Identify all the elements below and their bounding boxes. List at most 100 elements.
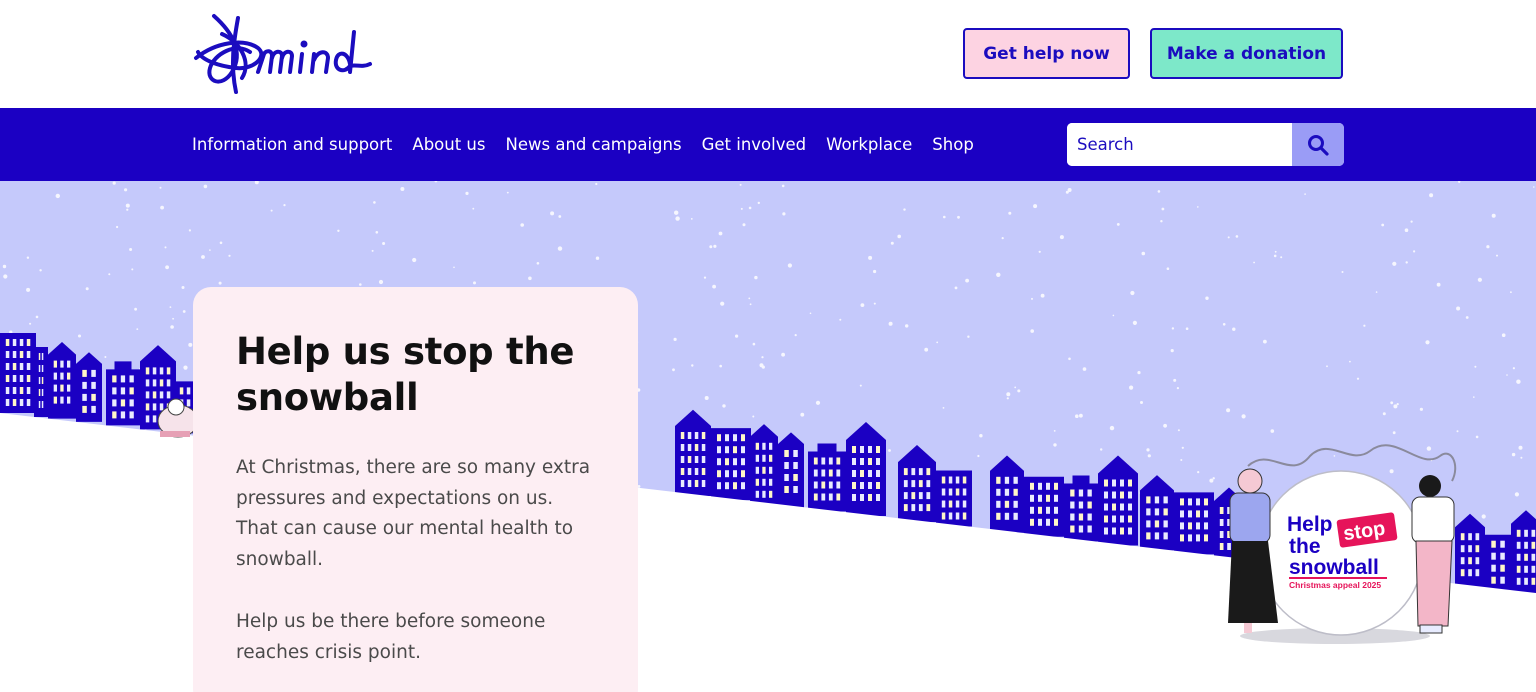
snowflake (29, 322, 32, 325)
snowflake (1486, 245, 1490, 249)
snowflake (1227, 236, 1230, 239)
nav-item-information-and-support[interactable]: Information and support (192, 135, 392, 154)
search-input[interactable] (1067, 123, 1292, 166)
house (1485, 534, 1511, 591)
snowflake (1280, 256, 1283, 259)
snowflake (673, 337, 677, 341)
hero-banner: Help stop the snowball Christmas appeal … (0, 181, 1536, 692)
snowflake (1375, 291, 1378, 293)
snowflake (1082, 367, 1087, 371)
snowflake (691, 364, 694, 367)
snowflake (924, 347, 929, 352)
snowflake (1496, 254, 1498, 257)
snowflake (165, 265, 170, 270)
snowflake (188, 342, 193, 347)
snowflake (283, 204, 286, 207)
nav-menu: Information and support About us News an… (192, 108, 994, 181)
snowflake (183, 365, 188, 370)
house (1511, 510, 1536, 594)
snowflake (1474, 365, 1477, 368)
snowflake (134, 307, 138, 311)
snowflake (1419, 407, 1423, 411)
snowflake (1137, 371, 1141, 375)
snowflake (129, 248, 133, 251)
snowflake (1197, 206, 1199, 208)
house (1024, 476, 1064, 537)
house (750, 424, 778, 505)
snowflake (1333, 455, 1336, 457)
snowflake (1146, 448, 1150, 452)
snowflake (1209, 478, 1214, 483)
main-navigation: Information and support About us News an… (0, 108, 1536, 181)
snowflake (1079, 413, 1083, 418)
house (1064, 475, 1098, 542)
snowflake (1222, 323, 1226, 326)
snowflake (136, 328, 139, 330)
snowflake (936, 341, 939, 344)
snowflake (1514, 492, 1519, 497)
snowflake (595, 182, 598, 186)
snowflake (888, 321, 893, 326)
snowflake (719, 364, 722, 368)
snowflake (1226, 408, 1231, 413)
snowflake (954, 286, 958, 290)
snowflake (781, 184, 785, 188)
snowflake (116, 225, 119, 229)
snowflake (1425, 340, 1430, 345)
snowflake (1410, 220, 1413, 223)
snowflake (160, 205, 165, 210)
snowflake (1017, 389, 1021, 393)
snowflake (1030, 329, 1034, 333)
snowflake (735, 334, 739, 338)
snowflake (1185, 327, 1189, 330)
nav-item-workplace[interactable]: Workplace (826, 135, 912, 154)
snowflake (672, 368, 675, 372)
snowflake (337, 229, 340, 232)
snowflake (1181, 446, 1184, 449)
snowflake (1533, 186, 1535, 188)
snowflake (1390, 401, 1394, 405)
snowflake (1241, 414, 1246, 419)
snowflake (1176, 387, 1179, 390)
snowflake (188, 229, 191, 232)
house (675, 409, 711, 496)
house (0, 333, 36, 413)
snowflake (557, 246, 563, 251)
snowflake (465, 191, 469, 195)
snowflake (720, 301, 725, 306)
snowflake (270, 209, 273, 212)
snowflake (1510, 291, 1512, 294)
nav-item-about-us[interactable]: About us (412, 135, 485, 154)
nav-item-shop[interactable]: Shop (932, 135, 974, 154)
house (106, 361, 140, 426)
snowflake (1392, 261, 1397, 266)
make-a-donation-button[interactable]: Make a donation (1150, 28, 1343, 79)
nav-item-news-and-campaigns[interactable]: News and campaigns (506, 135, 682, 154)
snowflake (378, 279, 384, 285)
snowflake (125, 203, 130, 208)
get-help-now-button[interactable]: Get help now (963, 28, 1130, 79)
snowflake (1001, 237, 1004, 240)
hero-paragraph-2: Help us be there before someone reaches … (236, 611, 546, 663)
snowflake (942, 407, 945, 409)
nav-item-get-involved[interactable]: Get involved (702, 135, 807, 154)
snowflake (839, 318, 842, 321)
house (34, 346, 48, 417)
snowflake (1392, 431, 1396, 435)
snowflake (809, 312, 812, 315)
house (846, 421, 886, 516)
snowflake (905, 324, 909, 328)
snowflake (536, 262, 540, 265)
snowflake (794, 334, 797, 337)
mind-logo[interactable] (192, 12, 382, 96)
snowflake (1506, 374, 1508, 376)
snowflake (219, 241, 223, 245)
search-button[interactable] (1292, 123, 1344, 166)
snowflake (1456, 306, 1461, 311)
snowflake (412, 257, 417, 263)
snowflake (1109, 425, 1115, 431)
snowflake (1405, 261, 1408, 264)
snowflake (26, 256, 30, 259)
snowflake (742, 223, 746, 227)
snowflake (400, 187, 405, 191)
